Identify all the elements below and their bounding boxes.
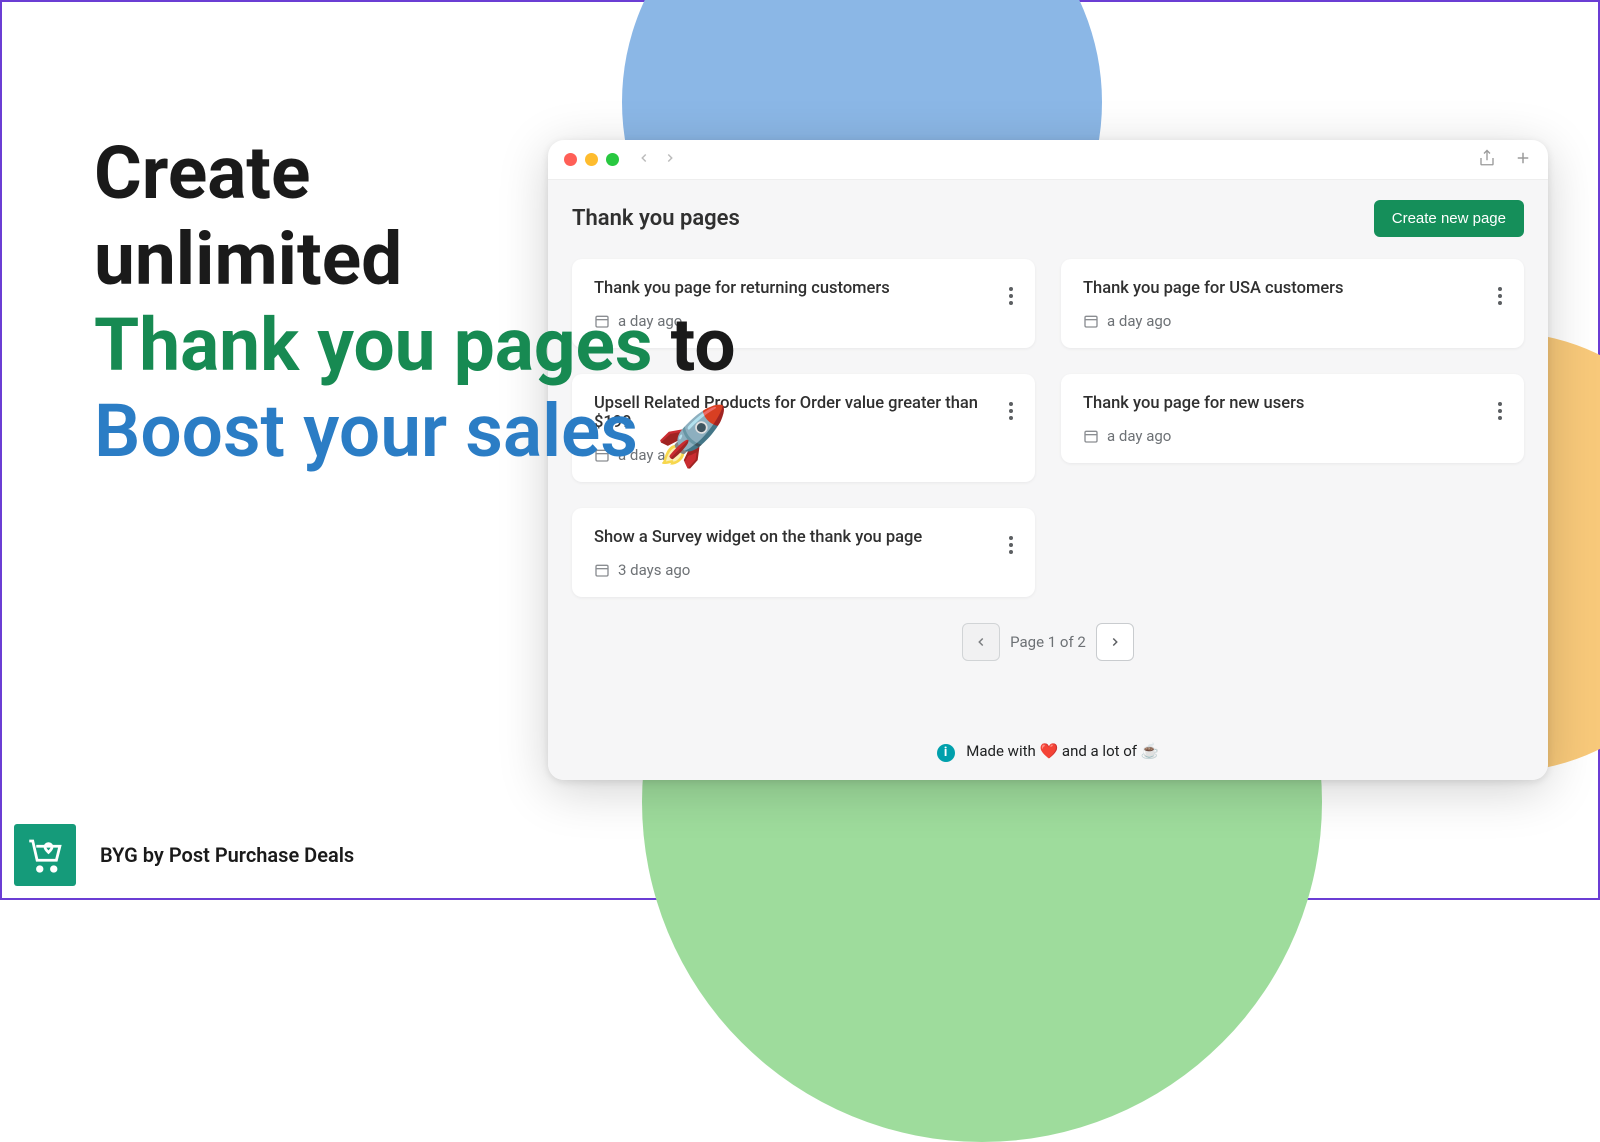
card-menu-icon[interactable]	[1492, 396, 1508, 426]
card-title: Show a Survey widget on the thank you pa…	[594, 528, 1013, 547]
marketing-headline: Createunlimited Thank you pages to Boost…	[94, 130, 736, 475]
page-card[interactable]: Thank you page for USA customers a day a…	[1061, 259, 1524, 348]
new-tab-icon[interactable]	[1514, 149, 1532, 171]
calendar-icon	[1083, 313, 1099, 329]
card-title: Thank you page for USA customers	[1083, 279, 1502, 298]
coffee-icon: ☕	[1141, 742, 1160, 760]
page-indicator: Page 1 of 2	[1010, 633, 1086, 651]
heart-icon: ❤️	[1040, 742, 1059, 760]
pagination: Page 1 of 2	[572, 623, 1524, 661]
card-time: 3 days ago	[618, 561, 690, 579]
calendar-icon	[1083, 428, 1099, 444]
card-time: a day ago	[1107, 312, 1171, 330]
card-menu-icon[interactable]	[1003, 396, 1019, 426]
prev-page-button[interactable]	[962, 623, 1000, 661]
next-page-button[interactable]	[1096, 623, 1134, 661]
headline-to: to	[671, 302, 736, 388]
brand-strip: BYG by Post Purchase Deals	[14, 824, 354, 886]
card-menu-icon[interactable]	[1003, 281, 1019, 311]
info-icon: i	[937, 744, 955, 762]
cards-column-right: Thank you page for USA customers a day a…	[1061, 259, 1524, 463]
create-new-page-button[interactable]: Create new page	[1374, 200, 1524, 237]
calendar-icon	[594, 562, 610, 578]
footer-mid: and a lot of	[1062, 742, 1137, 760]
page-card[interactable]: Thank you page for new users a day ago	[1061, 374, 1524, 463]
rocket-icon: 🚀	[656, 403, 728, 471]
footer-prefix: Made with	[966, 742, 1035, 760]
brand-name: BYG by Post Purchase Deals	[100, 843, 354, 867]
card-title: Thank you page for new users	[1083, 394, 1502, 413]
headline-green: Thank you pages	[94, 302, 652, 388]
footer-credit: i Made with ❤️ and a lot of ☕	[572, 718, 1524, 762]
card-menu-icon[interactable]	[1003, 530, 1019, 560]
brand-logo	[14, 824, 76, 886]
card-time: a day ago	[1107, 427, 1171, 445]
share-icon[interactable]	[1478, 149, 1496, 171]
card-menu-icon[interactable]	[1492, 281, 1508, 311]
headline-blue: Boost your sales	[94, 388, 638, 474]
page-card[interactable]: Show a Survey widget on the thank you pa…	[572, 508, 1035, 597]
